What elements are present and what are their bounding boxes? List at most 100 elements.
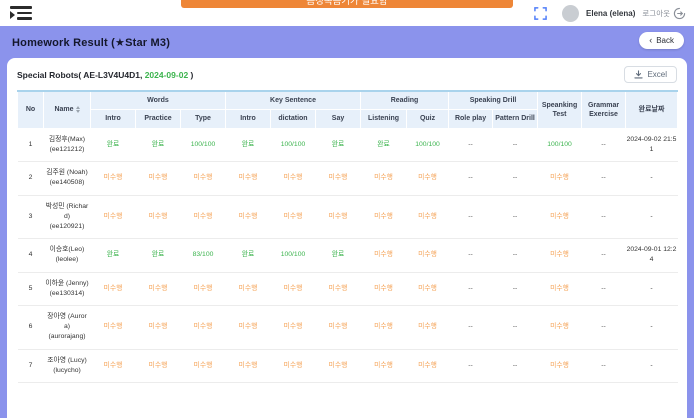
status-cell: 미수행 [361,239,407,272]
status-cell: 미수행 [316,305,361,349]
group-words: Words [91,91,226,110]
student-id: (ee120921) [45,222,90,232]
col-grammar-exercise: Grammar Exercise [582,91,626,128]
row-number: 2 [18,162,44,195]
status-cell: 미수행 [136,195,181,239]
status-cell: -- [449,239,493,272]
status-cell: 미수행 [538,349,582,382]
status-cell: 완료 [136,239,181,272]
status-cell: 미수행 [316,195,361,239]
col-words-type: Type [181,110,226,128]
status-cell: 미수행 [226,349,271,382]
student-name-cell: 김정후(Max) (ee121212) [44,128,91,161]
sort-icon[interactable] [76,106,80,113]
status-cell: 미수행 [91,195,136,239]
student-id: (aurorajang) [45,332,90,342]
col-role-play: Role play [449,110,493,128]
status-cell: 미수행 [407,349,449,382]
status-cell: 미수행 [538,162,582,195]
row-number: 5 [18,272,44,305]
status-cell: -- [493,128,538,161]
status-cell: 완료 [136,128,181,161]
col-words-practice: Practice [136,110,181,128]
status-cell: -- [493,195,538,239]
col-no: No [18,91,44,128]
status-cell: -- [493,305,538,349]
page-title: Homework Result (★Star M3) [12,36,170,49]
status-cell: 미수행 [538,272,582,305]
page-header: Homework Result (★Star M3) ‹ Back [0,26,694,58]
topbar-right-cluster: Elena (elena) 로그아웃 [534,0,686,26]
status-cell: 미수행 [361,195,407,239]
student-name-cell: 조아영 (Lucy) (lucycho) [44,349,91,382]
status-cell: 미수행 [136,162,181,195]
status-cell: 미수행 [136,349,181,382]
status-cell: 미수행 [538,195,582,239]
col-ks-intro: Intro [226,110,271,128]
status-cell: 미수행 [136,305,181,349]
col-reading-quiz: Quiz [407,110,449,128]
status-cell: -- [449,162,493,195]
student-name-cell: 장아영 (Aurora) (aurorajang) [44,305,91,349]
logout-icon [673,7,686,20]
status-cell: 미수행 [271,305,316,349]
status-cell: 완료 [316,239,361,272]
status-cell: 미수행 [361,162,407,195]
status-cell: 83/100 [181,239,226,272]
status-cell: 미수행 [181,162,226,195]
menu-arrow-icon [10,11,15,19]
col-ks-say: Say [316,110,361,128]
subtitle-suffix: ) [188,70,193,80]
student-name-cell: 이하윤 (Jenny) (ee130314) [44,272,91,305]
status-cell: 미수행 [91,349,136,382]
status-cell: 완료 [91,239,136,272]
fullscreen-icon[interactable] [534,7,547,20]
student-name: 김주원 (Noah) [45,168,90,178]
student-id: (ee140508) [45,178,90,188]
avatar[interactable] [562,5,579,22]
row-number: 1 [18,128,44,161]
table-row: 3 박성민 (Richard) (ee120921) 미수행미수행미수행미수행미… [18,195,678,239]
chevron-left-icon: ‹ [649,36,652,45]
user-name: Elena (elena) [586,9,635,18]
table-row: 7 조아영 (Lucy) (lucycho) 미수행미수행미수행미수행미수행미수… [18,349,678,382]
subtitle-prefix: Special Robots( AE-L3V4U4D1, [17,70,145,80]
student-name: 김정후(Max) [45,135,90,145]
col-words-intro: Intro [91,110,136,128]
status-cell: 완료 [361,128,407,161]
back-button[interactable]: ‹ Back [639,32,684,49]
notice-banner-button[interactable]: 음성녹음기가 필요함 [181,0,513,8]
status-cell: 완료 [91,128,136,161]
table-row: 5 이하윤 (Jenny) (ee130314) 미수행미수행미수행미수행미수행… [18,272,678,305]
row-number: 4 [18,239,44,272]
assignment-subtitle: Special Robots( AE-L3V4U4D1, 2024-09-02 … [17,70,193,80]
status-cell: -- [449,128,493,161]
status-cell: 미수행 [271,272,316,305]
complete-date-cell: - [626,195,678,239]
status-cell: 미수행 [271,162,316,195]
status-cell: -- [582,195,626,239]
status-cell: -- [582,128,626,161]
status-cell: 미수행 [316,349,361,382]
col-name[interactable]: Name [44,91,91,128]
status-cell: 미수행 [91,162,136,195]
status-cell: 미수행 [407,162,449,195]
excel-export-button[interactable]: Excel [624,66,677,83]
col-speaking-test: Speanking Test [538,91,582,128]
logout-button[interactable]: 로그아웃 [642,7,686,20]
download-icon [634,70,643,79]
status-cell: 미수행 [271,349,316,382]
student-name-cell: 김주원 (Noah) (ee140508) [44,162,91,195]
status-cell: 미수행 [316,272,361,305]
group-reading: Reading [361,91,449,110]
status-cell: 미수행 [361,349,407,382]
menu-icon[interactable] [10,6,32,20]
homework-result-table: No Name Words Key Sentence Reading Speak… [17,90,678,383]
row-number: 3 [18,195,44,239]
row-number: 7 [18,349,44,382]
status-cell: 100/100 [407,128,449,161]
top-app-bar: 음성녹음기가 필요함 Elena (elena) 로그아웃 [0,0,694,26]
table-row: 1 김정후(Max) (ee121212) 완료완료100/100완료100/1… [18,128,678,161]
result-card: Special Robots( AE-L3V4U4D1, 2024-09-02 … [7,58,687,418]
status-cell: 미수행 [226,162,271,195]
